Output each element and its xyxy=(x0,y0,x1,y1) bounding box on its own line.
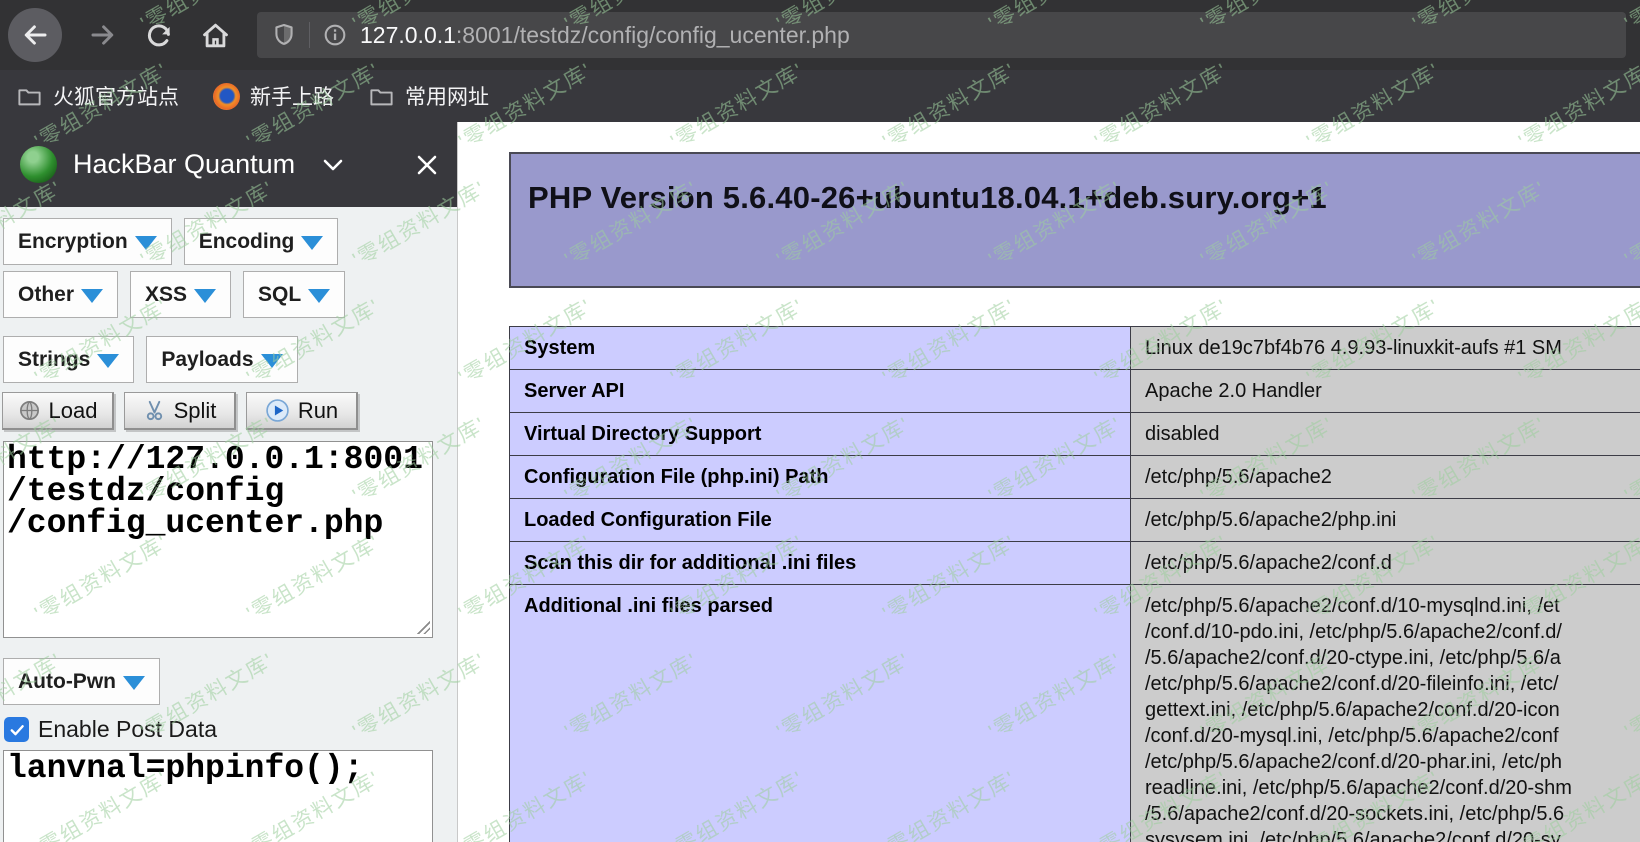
reload-button[interactable] xyxy=(144,20,174,50)
php-version-title: PHP Version 5.6.40-26+ubuntu18.04.1+deb.… xyxy=(528,180,1327,215)
url-textarea-wrap: http://127.0.0.1:8001 /testdz/config /co… xyxy=(3,441,433,638)
menu-label: Strings xyxy=(18,347,91,371)
php-version-header: PHP Version 5.6.40-26+ubuntu18.04.1+deb.… xyxy=(509,152,1640,288)
info-label: Virtual Directory Support xyxy=(509,412,1131,456)
folder-icon xyxy=(368,83,395,110)
urlbar-divider xyxy=(309,22,310,48)
action-label: Load xyxy=(48,397,98,423)
bookmarks-bar: 火狐官方站点 新手上路 常用网址 xyxy=(0,70,1640,122)
load-button[interactable]: Load xyxy=(2,392,114,430)
home-icon xyxy=(200,20,231,51)
info-value: /etc/php/5.6/apache2/php.ini xyxy=(1130,498,1640,542)
info-icon[interactable] xyxy=(322,22,348,48)
forward-button[interactable] xyxy=(88,20,118,50)
action-label: Run xyxy=(297,397,339,423)
hackbar-title: HackBar Quantum xyxy=(73,149,296,179)
info-label: Server API xyxy=(509,369,1131,413)
hackbar-logo-icon xyxy=(20,146,57,183)
split-button[interactable]: Split xyxy=(124,392,236,430)
phpinfo-table: System Linux de19c7bf4b76 4.9.93-linuxki… xyxy=(509,326,1640,842)
auto-pwn-menu-button[interactable]: Auto-Pwn xyxy=(3,658,160,705)
table-row: Virtual Directory Support disabled xyxy=(509,412,1640,456)
other-menu-button[interactable]: Other xyxy=(3,271,119,318)
menu-label: Encoding xyxy=(198,229,295,253)
bookmark-getting-started[interactable]: 新手上路 xyxy=(213,81,334,111)
hackbar-body: Encryption Encoding Other XSS SQL String… xyxy=(0,207,457,842)
hackbar-header: HackBar Quantum xyxy=(0,122,457,207)
sql-menu-button[interactable]: SQL xyxy=(243,271,346,318)
info-value: /etc/php/5.6/apache2/conf.d xyxy=(1130,541,1640,585)
dropdown-caret-icon xyxy=(81,289,104,303)
close-icon[interactable] xyxy=(415,153,439,177)
encoding-menu-button[interactable]: Encoding xyxy=(183,218,339,265)
dropdown-caret-icon xyxy=(308,289,331,303)
dropdown-caret-icon xyxy=(97,354,120,368)
action-label: Split xyxy=(173,397,217,423)
bookmark-firefox-official[interactable]: 火狐官方站点 xyxy=(16,81,179,111)
info-value: disabled xyxy=(1130,412,1640,456)
bookmark-common-sites[interactable]: 常用网址 xyxy=(368,81,489,111)
back-button[interactable] xyxy=(8,8,62,62)
strings-menu-button[interactable]: Strings xyxy=(3,336,135,383)
hackbar-panel: HackBar Quantum Encryption Encoding Othe… xyxy=(0,122,458,842)
phpinfo-page: PHP Version 5.6.40-26+ubuntu18.04.1+deb.… xyxy=(458,122,1640,842)
table-row: Additional .ini files parsed /etc/php/5.… xyxy=(509,584,1640,842)
enable-post-data-checkbox[interactable] xyxy=(4,717,29,742)
window-content: HackBar Quantum Encryption Encoding Othe… xyxy=(0,122,1640,842)
info-label: Additional .ini files parsed xyxy=(509,584,1131,842)
info-value: /etc/php/5.6/apache2 xyxy=(1130,455,1640,499)
shield-icon[interactable] xyxy=(271,22,297,48)
menu-label: SQL xyxy=(258,282,302,306)
bookmark-label: 常用网址 xyxy=(405,86,489,109)
table-row: System Linux de19c7bf4b76 4.9.93-linuxki… xyxy=(509,326,1640,370)
home-button[interactable] xyxy=(200,20,231,51)
menu-label: Auto-Pwn xyxy=(18,669,116,693)
url-text: 127.0.0.1:8001/testdz/config/config_ucen… xyxy=(360,22,850,49)
bookmark-label: 火狐官方站点 xyxy=(53,86,179,109)
url-bar[interactable]: 127.0.0.1:8001/testdz/config/config_ucen… xyxy=(257,12,1626,58)
checkmark-icon xyxy=(10,724,24,735)
chevron-down-icon[interactable] xyxy=(321,157,345,173)
encryption-menu-button[interactable]: Encryption xyxy=(3,218,172,265)
dropdown-caret-icon xyxy=(260,354,283,368)
info-label: Scan this dir for additional .ini files xyxy=(509,541,1131,585)
dropdown-caret-icon xyxy=(134,236,157,250)
post-data-textarea[interactable]: lanvnal=phpinfo(); xyxy=(3,750,433,842)
dropdown-caret-icon xyxy=(194,289,217,303)
table-row: Server API Apache 2.0 Handler xyxy=(509,369,1640,413)
back-arrow-icon xyxy=(20,20,50,50)
info-label: Loaded Configuration File xyxy=(509,498,1131,542)
firefox-icon xyxy=(213,82,240,110)
dropdown-caret-icon xyxy=(301,236,324,250)
info-value: Linux de19c7bf4b76 4.9.93-linuxkit-aufs … xyxy=(1130,326,1640,370)
info-label: System xyxy=(509,326,1131,370)
table-row: Configuration File (php.ini) Path /etc/p… xyxy=(509,455,1640,499)
menu-label: Other xyxy=(18,282,75,306)
xss-menu-button[interactable]: XSS xyxy=(130,271,232,318)
post-data-textarea-wrap: lanvnal=phpinfo(); xyxy=(3,750,433,842)
info-label: Configuration File (php.ini) Path xyxy=(509,455,1131,499)
info-value: Apache 2.0 Handler xyxy=(1130,369,1640,413)
run-button[interactable]: Run xyxy=(246,392,358,430)
load-url-icon xyxy=(18,399,41,422)
table-row: Loaded Configuration File /etc/php/5.6/a… xyxy=(509,498,1640,542)
table-row: Scan this dir for additional .ini files … xyxy=(509,541,1640,585)
url-textarea[interactable]: http://127.0.0.1:8001 /testdz/config /co… xyxy=(3,441,433,638)
scissors-icon xyxy=(143,399,166,422)
reload-icon xyxy=(144,20,174,50)
url-path: :8001/testdz/config/config_ucenter.php xyxy=(455,21,850,48)
menu-label: Payloads xyxy=(161,347,254,371)
folder-icon xyxy=(16,83,43,110)
dropdown-caret-icon xyxy=(122,676,145,690)
enable-post-data-label: Enable Post Data xyxy=(38,716,218,742)
play-icon xyxy=(265,398,290,423)
payloads-menu-button[interactable]: Payloads xyxy=(146,336,298,383)
forward-arrow-icon xyxy=(88,20,118,50)
browser-toolbar: 127.0.0.1:8001/testdz/config/config_ucen… xyxy=(0,0,1640,70)
bookmark-label: 新手上路 xyxy=(250,86,334,109)
url-host: 127.0.0.1 xyxy=(360,21,456,48)
info-value: /etc/php/5.6/apache2/conf.d/10-mysqlnd.i… xyxy=(1130,584,1640,842)
menu-label: Encryption xyxy=(18,229,128,253)
menu-label: XSS xyxy=(145,282,188,306)
